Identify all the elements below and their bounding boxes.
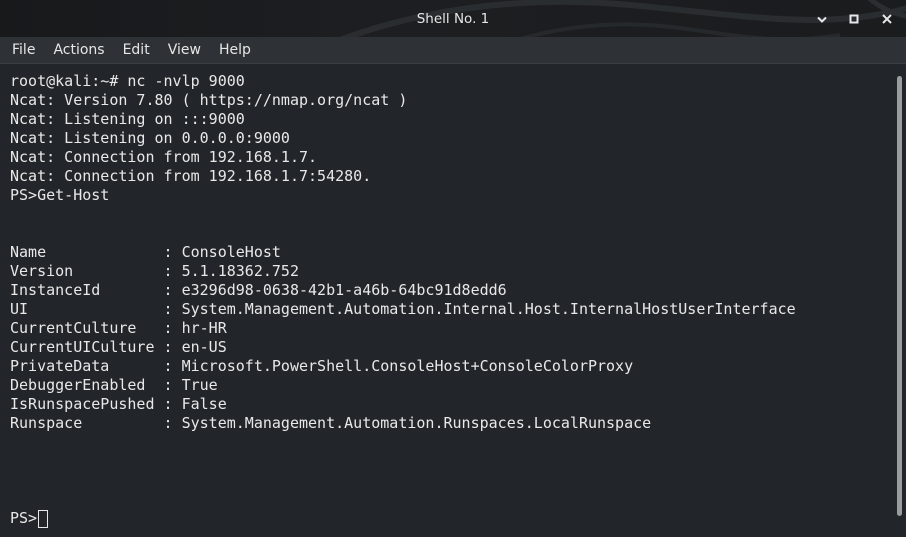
maximize-button[interactable] (844, 9, 864, 29)
menu-help[interactable]: Help (207, 37, 260, 63)
terminal-line: Version : 5.1.18362.752 (10, 262, 299, 280)
minimize-icon (817, 16, 827, 23)
terminal-line: Ncat: Listening on :::9000 (10, 110, 245, 128)
menu-file[interactable]: File (0, 37, 44, 63)
terminal-line: root@kali:~# nc -nvlp 9000 (10, 72, 245, 90)
terminal-line: IsRunspacePushed : False (10, 395, 227, 413)
menu-edit[interactable]: Edit (111, 37, 159, 63)
terminal-line: CurrentUICulture : en-US (10, 338, 227, 356)
terminal-line: Ncat: Connection from 192.168.1.7. (10, 148, 318, 166)
terminal-line: Ncat: Listening on 0.0.0.0:9000 (10, 129, 290, 147)
terminal-line: PS>Get-Host (10, 186, 110, 204)
terminal-line: Runspace : System.Management.Automation.… (10, 414, 652, 432)
maximize-icon (849, 14, 859, 24)
prompt-line[interactable]: PS> (10, 509, 49, 528)
terminal-line: PrivateData : Microsoft.PowerShell.Conso… (10, 357, 634, 375)
title-bar[interactable]: Shell No. 1 (0, 0, 906, 37)
terminal-line: UI : System.Management.Automation.Intern… (10, 300, 796, 318)
menu-bar: File Actions Edit View Help (0, 37, 906, 64)
terminal-line: InstanceId : e3296d98-0638-42b1-a46b-64b… (10, 281, 507, 299)
vertical-scrollbar[interactable] (892, 64, 906, 537)
terminal-line: CurrentCulture : hr-HR (10, 319, 227, 337)
prompt-text: PS> (10, 509, 38, 527)
scrollbar-thumb[interactable] (897, 76, 902, 516)
terminal-line: DebuggerEnabled : True (10, 376, 218, 394)
minimize-button[interactable] (812, 9, 832, 29)
menu-view[interactable]: View (156, 37, 210, 63)
terminal-line: Ncat: Connection from 192.168.1.7:54280. (10, 167, 372, 185)
terminal-line: Ncat: Version 7.80 ( https://nmap.org/nc… (10, 91, 408, 109)
text-cursor (38, 509, 49, 528)
terminal-output[interactable]: root@kali:~# nc -nvlp 9000 Ncat: Version… (0, 64, 892, 537)
window-title: Shell No. 1 (416, 11, 490, 27)
terminal-window: Shell No. 1 File Actions Edit View Help … (0, 0, 906, 537)
close-button[interactable] (877, 9, 897, 29)
terminal-line: Name : ConsoleHost (10, 243, 281, 261)
close-icon (882, 14, 892, 24)
menu-actions[interactable]: Actions (41, 37, 113, 63)
